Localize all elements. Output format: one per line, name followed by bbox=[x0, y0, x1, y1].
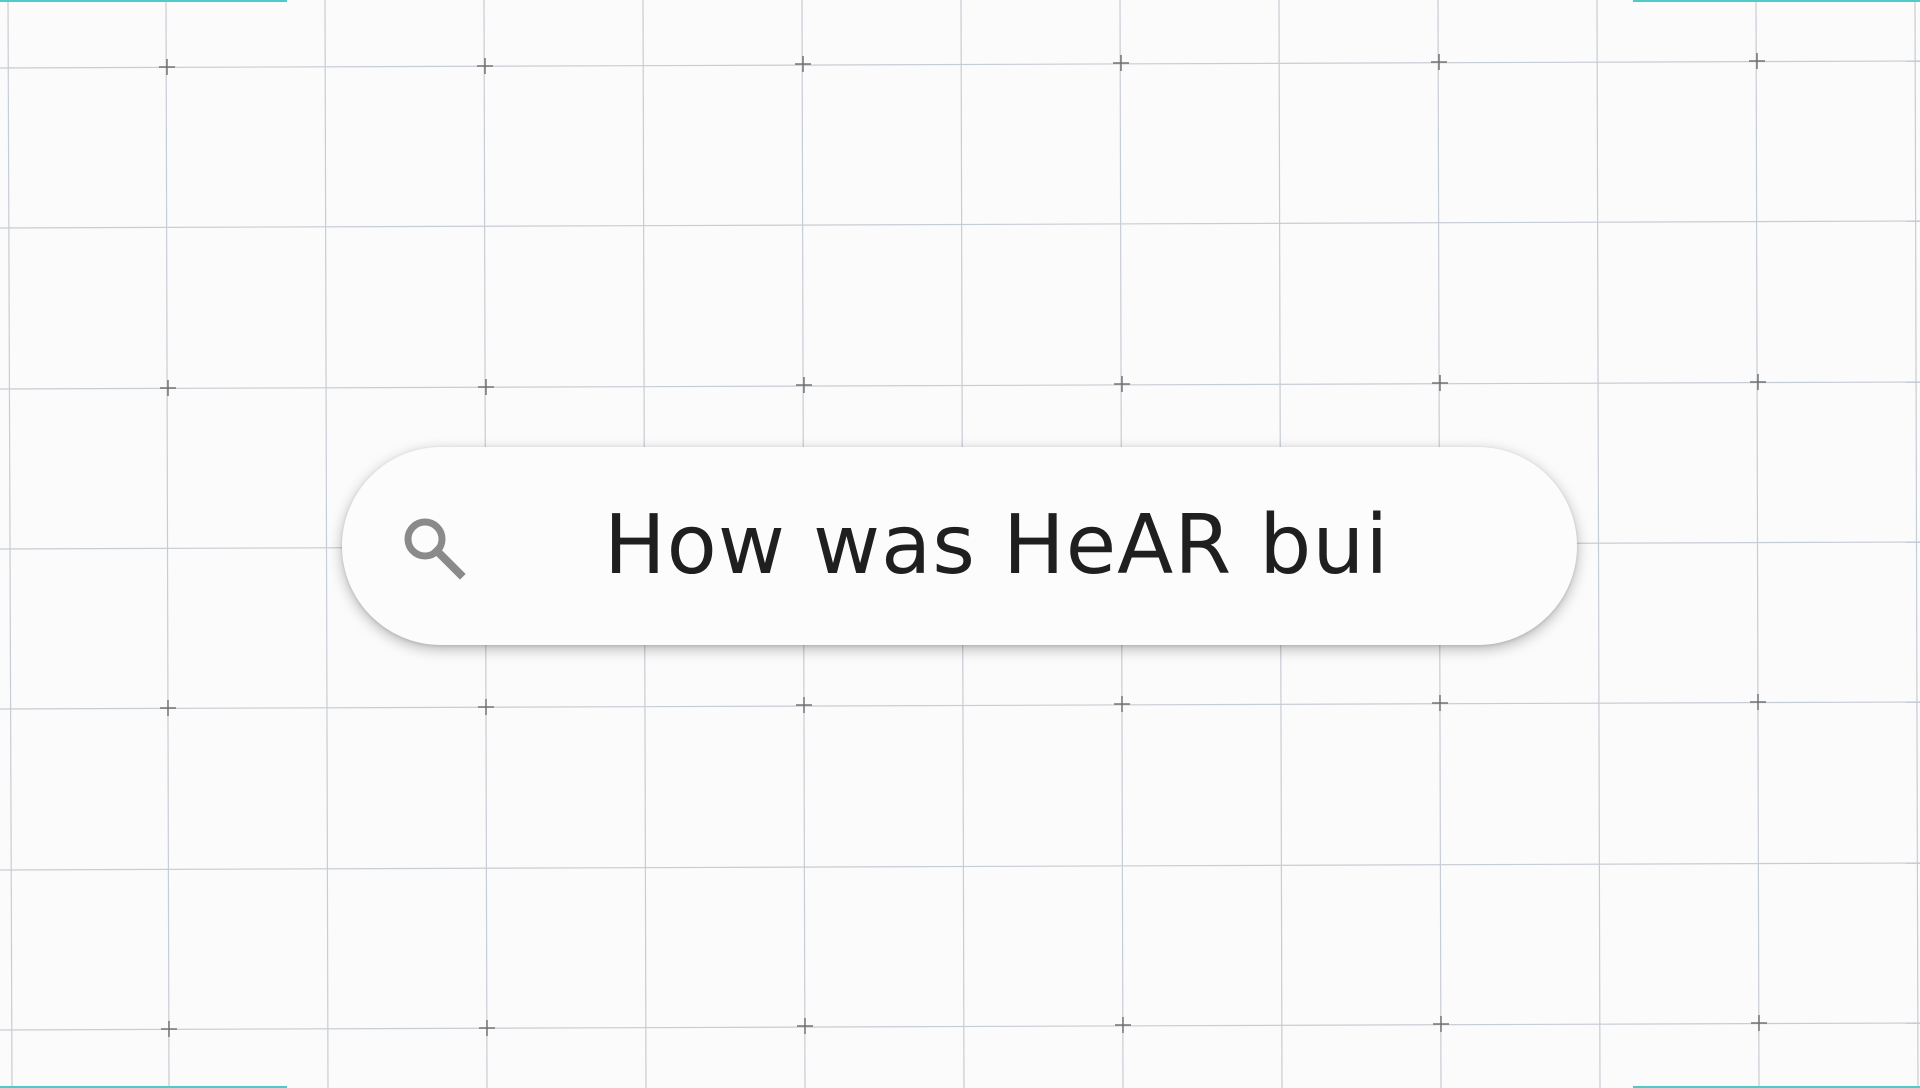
accent-line-top-left bbox=[0, 0, 287, 2]
search-query-text[interactable]: How was HeAR bui bbox=[604, 496, 1389, 596]
canvas: How was HeAR bui bbox=[0, 0, 1920, 1088]
search-icon bbox=[404, 518, 466, 580]
accent-line-top-right bbox=[1633, 0, 1920, 2]
